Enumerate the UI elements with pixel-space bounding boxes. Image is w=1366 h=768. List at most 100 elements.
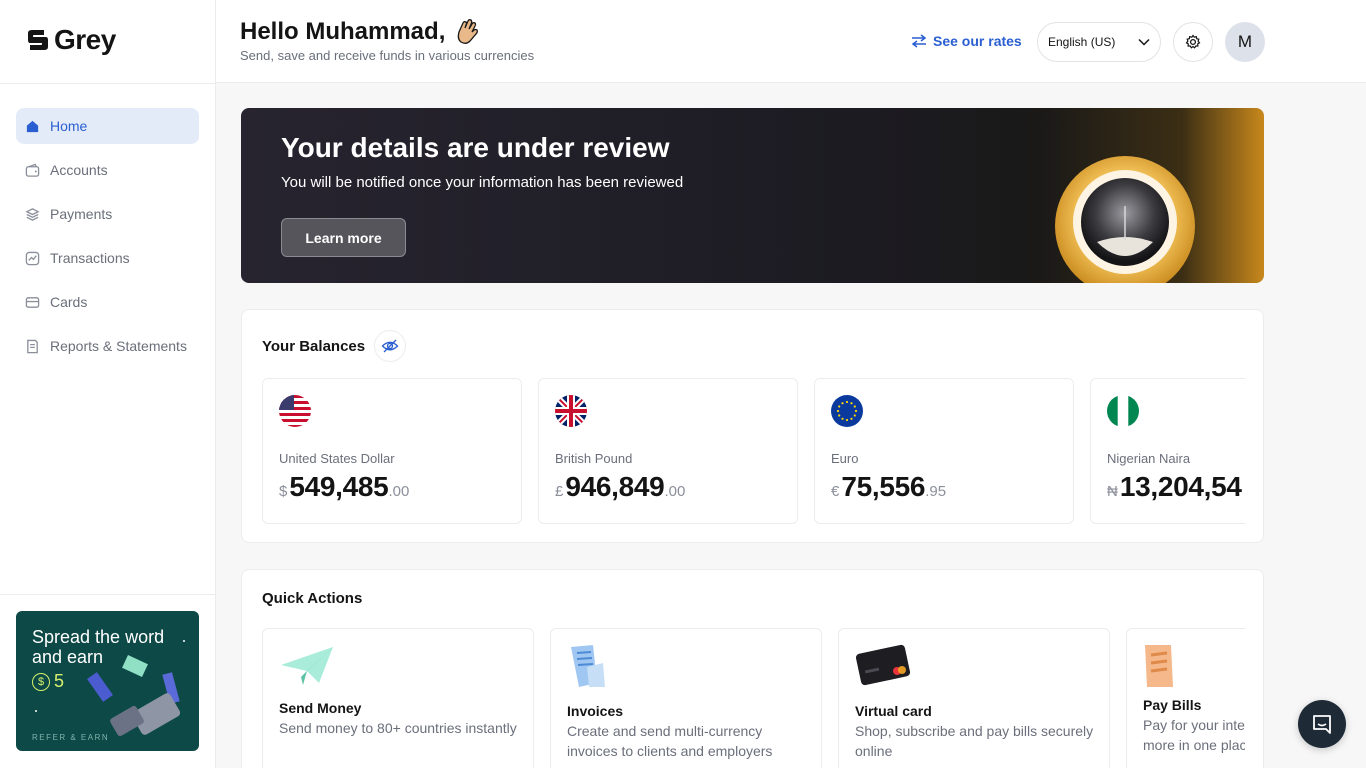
sidebar-item-label: Transactions	[50, 250, 130, 266]
quick-action-title: Send Money	[279, 700, 362, 716]
referral-line2: and earn	[32, 647, 104, 667]
quick-actions-title: Quick Actions	[262, 590, 363, 607]
see-rates-label: See our rates	[933, 33, 1022, 49]
banner-subtitle: You will be notified once your informati…	[281, 174, 684, 191]
eye-off-icon	[381, 339, 399, 353]
quick-action-invoices[interactable]: Invoices Create and send multi-currency …	[550, 628, 822, 768]
quick-action-pay-bills[interactable]: Pay Bills Pay for your internet, subscri…	[1126, 628, 1245, 768]
sidebar-item-label: Accounts	[50, 162, 108, 178]
balances-list: United States Dollar $ 549,485 .00 Briti…	[262, 378, 1245, 524]
virtual-card-icon	[855, 644, 911, 686]
sidebar-item-label: Payments	[50, 206, 113, 222]
quick-actions-list: Send Money Send money to 80+ countries i…	[262, 628, 1245, 768]
balance-integer: 75,556	[841, 471, 926, 502]
balance-item-ngn[interactable]: Nigerian Naira ₦ 13,204,54	[1090, 378, 1245, 524]
grey-logo-icon	[28, 30, 48, 50]
sidebar-item-accounts[interactable]: Accounts	[16, 152, 199, 188]
see-rates-link[interactable]: See our rates	[911, 33, 1022, 49]
eu-flag-icon	[831, 395, 863, 427]
quick-action-virtual-card[interactable]: Virtual card Shop, subscribe and pay bil…	[838, 628, 1110, 768]
currency-symbol: $	[279, 483, 288, 500]
invoice-icon	[571, 645, 605, 687]
card-icon	[24, 294, 40, 310]
layers-icon	[24, 206, 40, 222]
balance-decimal: .95	[925, 483, 947, 500]
balance-item-usd[interactable]: United States Dollar $ 549,485 .00	[262, 378, 522, 524]
balance-decimal: .00	[664, 483, 686, 500]
banner-title: Your details are under review	[281, 132, 670, 163]
page-title: Hello Muhammad,	[240, 18, 481, 46]
referral-line1: Spread the word	[32, 627, 165, 647]
sidebar-divider	[0, 594, 216, 595]
quick-action-desc: Send money to 80+ countries instantly	[279, 720, 517, 736]
bill-receipt-icon	[1145, 645, 1173, 687]
balance-integer: 13,204,54	[1119, 471, 1242, 502]
balance-amount: € 75,556 .95	[831, 471, 946, 503]
balance-integer: 946,849	[565, 471, 665, 502]
logo[interactable]: Grey	[24, 24, 116, 56]
quick-action-title: Virtual card	[855, 703, 932, 719]
sidebar-item-label: Home	[50, 118, 88, 134]
referral-amount: $ 5	[32, 671, 64, 692]
avatar[interactable]: M	[1225, 22, 1265, 62]
toggle-balance-visibility-button[interactable]	[374, 330, 406, 362]
balance-decimal: .00	[388, 483, 410, 500]
dollar-coin-icon: $	[32, 672, 50, 691]
logo-text: Grey	[54, 24, 116, 55]
greeting-text: Hello Muhammad,	[240, 18, 446, 45]
sidebar-item-home[interactable]: Home	[16, 108, 199, 144]
referral-card[interactable]: Spread the word and earn $ 5 REFER & EAR…	[16, 611, 199, 751]
balance-item-gbp[interactable]: British Pound £ 946,849 .00	[538, 378, 798, 524]
quick-action-send-money[interactable]: Send Money Send money to 80+ countries i…	[262, 628, 534, 768]
chevron-down-icon	[1138, 38, 1150, 46]
currency-symbol: £	[555, 483, 564, 500]
referral-text: Spread the word and earn	[32, 627, 164, 667]
gear-icon	[1185, 34, 1201, 49]
balance-amount: £ 946,849 .00	[555, 471, 685, 503]
sidebar-divider	[0, 83, 216, 84]
quick-action-desc: Shop, subscribe and pay bills securely o…	[855, 723, 1094, 759]
referral-footer: REFER & EARN	[32, 733, 110, 742]
swap-arrows-icon	[911, 34, 927, 48]
currency-symbol: ₦	[1107, 483, 1118, 500]
paper-plane-icon	[281, 647, 333, 685]
balance-item-eur[interactable]: Euro € 75,556 .95	[814, 378, 1074, 524]
currency-name: British Pound	[555, 451, 633, 466]
header: Hello Muhammad, Send, save and receive f…	[216, 0, 1366, 83]
sidebar-item-label: Reports & Statements	[50, 338, 187, 354]
quick-action-desc: Pay for your internet, subscription and …	[1143, 717, 1245, 753]
settings-button[interactable]	[1173, 22, 1213, 62]
balance-integer: 549,485	[289, 471, 389, 502]
chart-icon	[24, 250, 40, 266]
wallet-icon	[24, 162, 40, 178]
sidebar-item-transactions[interactable]: Transactions	[16, 240, 199, 276]
review-lens-illustration	[1055, 156, 1195, 283]
sidebar: Grey Home Accounts Payments Transactions…	[0, 0, 216, 768]
home-icon	[24, 118, 40, 134]
balance-amount: ₦ 13,204,54	[1107, 471, 1242, 503]
balances-title: Your Balances	[262, 338, 366, 355]
quick-action-title: Pay Bills	[1143, 697, 1202, 713]
report-icon	[24, 338, 40, 354]
sidebar-nav: Home Accounts Payments Transactions Card…	[16, 108, 199, 372]
language-select[interactable]: English (US)	[1037, 22, 1161, 62]
waving-hand-icon	[458, 19, 479, 44]
sidebar-item-reports[interactable]: Reports & Statements	[16, 328, 199, 364]
chat-icon	[1313, 715, 1331, 734]
currency-name: Euro	[831, 451, 859, 466]
page-subtitle: Send, save and receive funds in various …	[240, 48, 535, 63]
language-value: English (US)	[1048, 35, 1116, 49]
sidebar-item-label: Cards	[50, 294, 88, 310]
sidebar-item-payments[interactable]: Payments	[16, 196, 199, 232]
learn-more-button[interactable]: Learn more	[281, 218, 406, 257]
support-chat-button[interactable]	[1298, 700, 1346, 748]
sidebar-item-cards[interactable]: Cards	[16, 284, 199, 320]
referral-amount-value: 5	[54, 671, 65, 691]
review-banner: Your details are under review You will b…	[241, 108, 1264, 283]
quick-actions-card: Quick Actions Send Money Send money to 8…	[241, 569, 1264, 768]
us-flag-icon	[279, 395, 311, 427]
ng-flag-icon	[1107, 395, 1139, 427]
currency-name: Nigerian Naira	[1107, 451, 1191, 466]
currency-name: United States Dollar	[279, 451, 395, 466]
uk-flag-icon	[555, 395, 587, 427]
